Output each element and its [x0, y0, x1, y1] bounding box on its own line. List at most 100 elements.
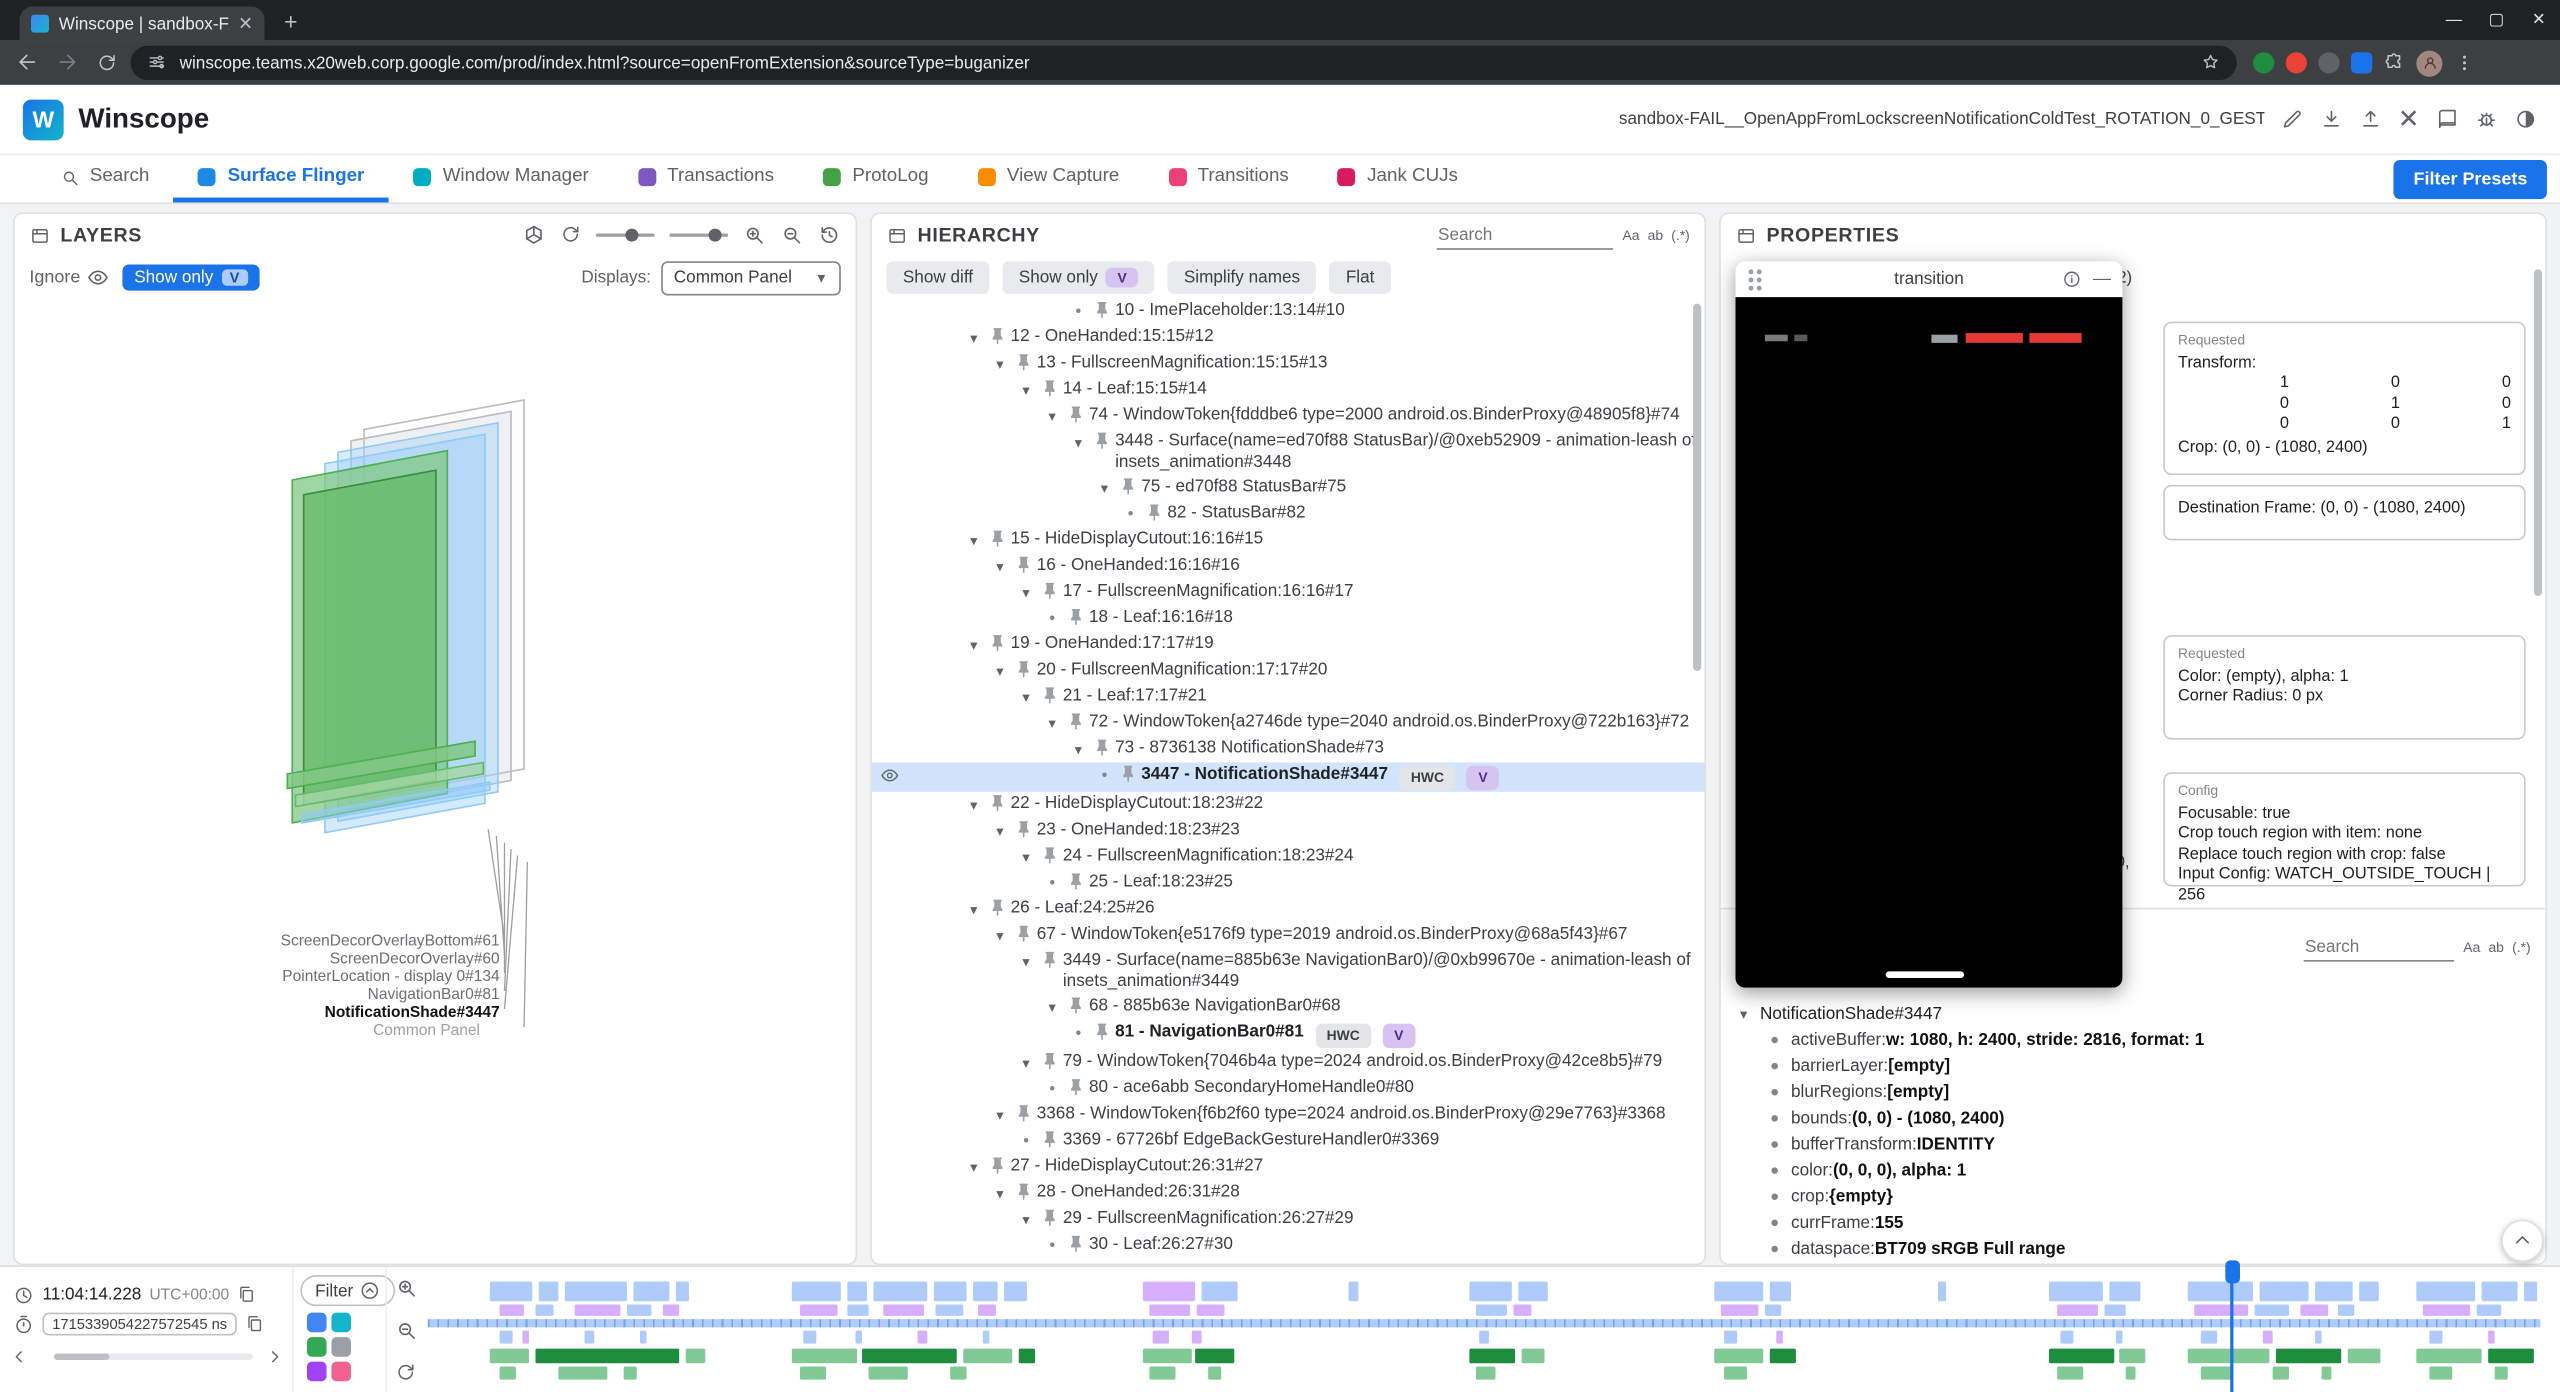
property-row[interactable]: currFrame: 155	[1736, 1210, 2536, 1236]
timeline-event-block[interactable]	[1469, 1349, 1515, 1364]
expand-chevron-icon[interactable]: ▾	[989, 660, 1010, 683]
regex-icon[interactable]: (.*)	[1671, 227, 1690, 243]
upload-new-icon[interactable]	[2359, 104, 2382, 133]
timeline-event-block[interactable]	[633, 1282, 669, 1302]
timeline-zoom-out-icon[interactable]	[394, 1316, 417, 1345]
timeline-event-block[interactable]	[2194, 1304, 2248, 1315]
tree-node[interactable]: •81 - NavigationBar0#81HWCV	[872, 1020, 1705, 1049]
expand-chevron-icon[interactable]: ▾	[1042, 996, 1063, 1019]
timeline-event-block[interactable]	[2524, 1282, 2537, 1302]
timeline-event-block[interactable]	[978, 1304, 996, 1315]
timeline-event-block[interactable]	[983, 1331, 990, 1344]
expand-chevron-icon[interactable]: ▾	[989, 820, 1010, 843]
expand-chevron-icon[interactable]: ▾	[963, 1156, 984, 1179]
timeline-event-block[interactable]	[862, 1349, 957, 1364]
timeline-event-block[interactable]	[1192, 1331, 1202, 1344]
timeline-event-block[interactable]	[950, 1367, 966, 1380]
pin-icon[interactable]	[1011, 353, 1035, 374]
hierarchy-search-input[interactable]	[1436, 221, 1612, 249]
timeline-event-block[interactable]	[558, 1367, 607, 1380]
simplify-names-toggle[interactable]: Simplify names	[1168, 261, 1317, 294]
browser-menu-icon[interactable]	[2454, 48, 2475, 77]
expand-chevron-icon[interactable]: ▾	[963, 633, 984, 656]
collapse-panel-button[interactable]	[2501, 1220, 2543, 1262]
pin-icon[interactable]	[1037, 950, 1061, 971]
hierarchy-scrollbar[interactable]	[1693, 304, 1701, 671]
tree-node[interactable]: ▾3449 - Surface(name=885b63e NavigationB…	[872, 949, 1705, 995]
timeline-event-block[interactable]	[1476, 1367, 1496, 1380]
window-maximize-icon[interactable]: ▢	[2475, 11, 2517, 29]
minimize-window-icon[interactable]: —	[2093, 269, 2111, 289]
tree-node[interactable]: ▾3448 - Surface(name=ed70f88 StatusBar)/…	[872, 429, 1705, 475]
cross-tool-icon[interactable]: ✕	[2398, 103, 2420, 136]
timeline-event-block[interactable]	[1522, 1349, 1545, 1364]
timeline-event-block[interactable]	[2260, 1282, 2309, 1302]
expand-chevron-icon[interactable]: ▾	[989, 555, 1010, 578]
transactions-trace-icon[interactable]	[331, 1313, 351, 1333]
drag-handle-icon[interactable]	[1749, 269, 1754, 274]
timeline-event-block[interactable]	[2495, 1367, 2508, 1380]
timeline-event-block[interactable]	[2049, 1282, 2103, 1302]
timeline-event-block[interactable]	[565, 1282, 627, 1302]
timeline-event-block[interactable]	[640, 1331, 647, 1344]
tree-node[interactable]: ▾26 - Leaf:24:25#26	[872, 896, 1705, 922]
tree-node[interactable]: ▾19 - OneHanded:17:17#19	[872, 632, 1705, 658]
zoom-out-icon[interactable]	[780, 220, 803, 249]
timeline-event-block[interactable]	[963, 1349, 1012, 1364]
tree-node[interactable]: •30 - Leaf:26:27#30	[872, 1233, 1705, 1259]
transitions-trace-icon[interactable]	[307, 1362, 327, 1382]
bookmark-star-icon[interactable]	[2201, 48, 2221, 77]
expand-chevron-icon[interactable]: ▾	[963, 898, 984, 921]
timeline-event-block[interactable]	[2104, 1304, 2125, 1315]
expand-chevron-icon[interactable]: ▾	[1068, 738, 1089, 761]
tree-node[interactable]: ▾14 - Leaf:15:15#14	[872, 377, 1705, 403]
timeline-event-block[interactable]	[1004, 1282, 1027, 1302]
timeline-event-block[interactable]	[1149, 1304, 1190, 1315]
timeline-event-block[interactable]	[2201, 1331, 2217, 1344]
timeline-event-block[interactable]	[575, 1304, 621, 1315]
tree-node[interactable]: ▾67 - WindowToken{e5176f9 type=2019 andr…	[872, 922, 1705, 948]
back-icon[interactable]	[13, 48, 42, 77]
timeline-event-block[interactable]	[536, 1304, 554, 1315]
show-diff-toggle[interactable]: Show diff	[887, 261, 990, 294]
extension-blue-icon[interactable]	[2351, 52, 2372, 73]
pin-icon[interactable]	[1063, 607, 1087, 628]
timeline-event-block[interactable]	[792, 1282, 841, 1302]
site-settings-icon[interactable]	[147, 48, 167, 77]
scroll-right-icon[interactable]	[264, 1342, 284, 1371]
expand-chevron-icon[interactable]: ▾	[989, 1182, 1010, 1205]
expand-chevron-icon[interactable]: ▾	[989, 924, 1010, 947]
tree-node[interactable]: ▾12 - OneHanded:15:15#12	[872, 325, 1705, 351]
timeline-event-block[interactable]	[1149, 1367, 1175, 1380]
window-minimize-icon[interactable]: —	[2433, 11, 2475, 29]
timeline-event-block[interactable]	[1770, 1282, 1791, 1302]
timeline-event-block[interactable]	[2057, 1304, 2098, 1315]
expand-chevron-icon[interactable]: ▾	[1042, 405, 1063, 428]
timeline-event-block[interactable]	[869, 1367, 908, 1380]
timeline-event-block[interactable]	[1349, 1282, 1359, 1302]
pin-icon[interactable]	[1063, 1078, 1087, 1099]
tree-node[interactable]: •82 - StatusBar#82	[872, 501, 1705, 527]
ignore-toggle[interactable]: Ignore	[29, 266, 109, 289]
property-row[interactable]: dataspace: BT709 sRGB Full range	[1736, 1236, 2536, 1262]
window-manager-trace-icon[interactable]	[331, 1337, 351, 1357]
tree-node[interactable]: •25 - Leaf:18:23#25	[872, 870, 1705, 896]
expand-chevron-icon[interactable]: ▾	[1094, 477, 1115, 500]
timeline-event-block[interactable]	[873, 1282, 927, 1302]
timeline-event-block[interactable]	[847, 1282, 867, 1302]
pin-icon[interactable]	[984, 898, 1008, 919]
pin-icon[interactable]	[984, 327, 1008, 348]
layer-label[interactable]: NotificationShade#3447	[325, 1004, 500, 1022]
timeline-event-block[interactable]	[500, 1367, 516, 1380]
tree-node[interactable]: ▾13 - FullscreenMagnification:15:15#13	[872, 351, 1705, 377]
timeline-event-block[interactable]	[624, 1367, 637, 1380]
tree-node[interactable]: ▾28 - OneHanded:26:31#28	[872, 1180, 1705, 1206]
expand-chevron[interactable]: ▾	[1736, 1004, 1752, 1024]
timeline-event-block[interactable]	[2273, 1367, 2289, 1380]
pin-icon[interactable]	[984, 793, 1008, 814]
tree-node[interactable]: ▾68 - 885b63e NavigationBar0#68	[872, 994, 1705, 1020]
expand-chevron-icon[interactable]: ▾	[963, 529, 984, 552]
timeline-event-block[interactable]	[1195, 1349, 1234, 1364]
timeline-event-block[interactable]	[1714, 1349, 1763, 1364]
flat-toggle[interactable]: Flat	[1330, 261, 1391, 294]
